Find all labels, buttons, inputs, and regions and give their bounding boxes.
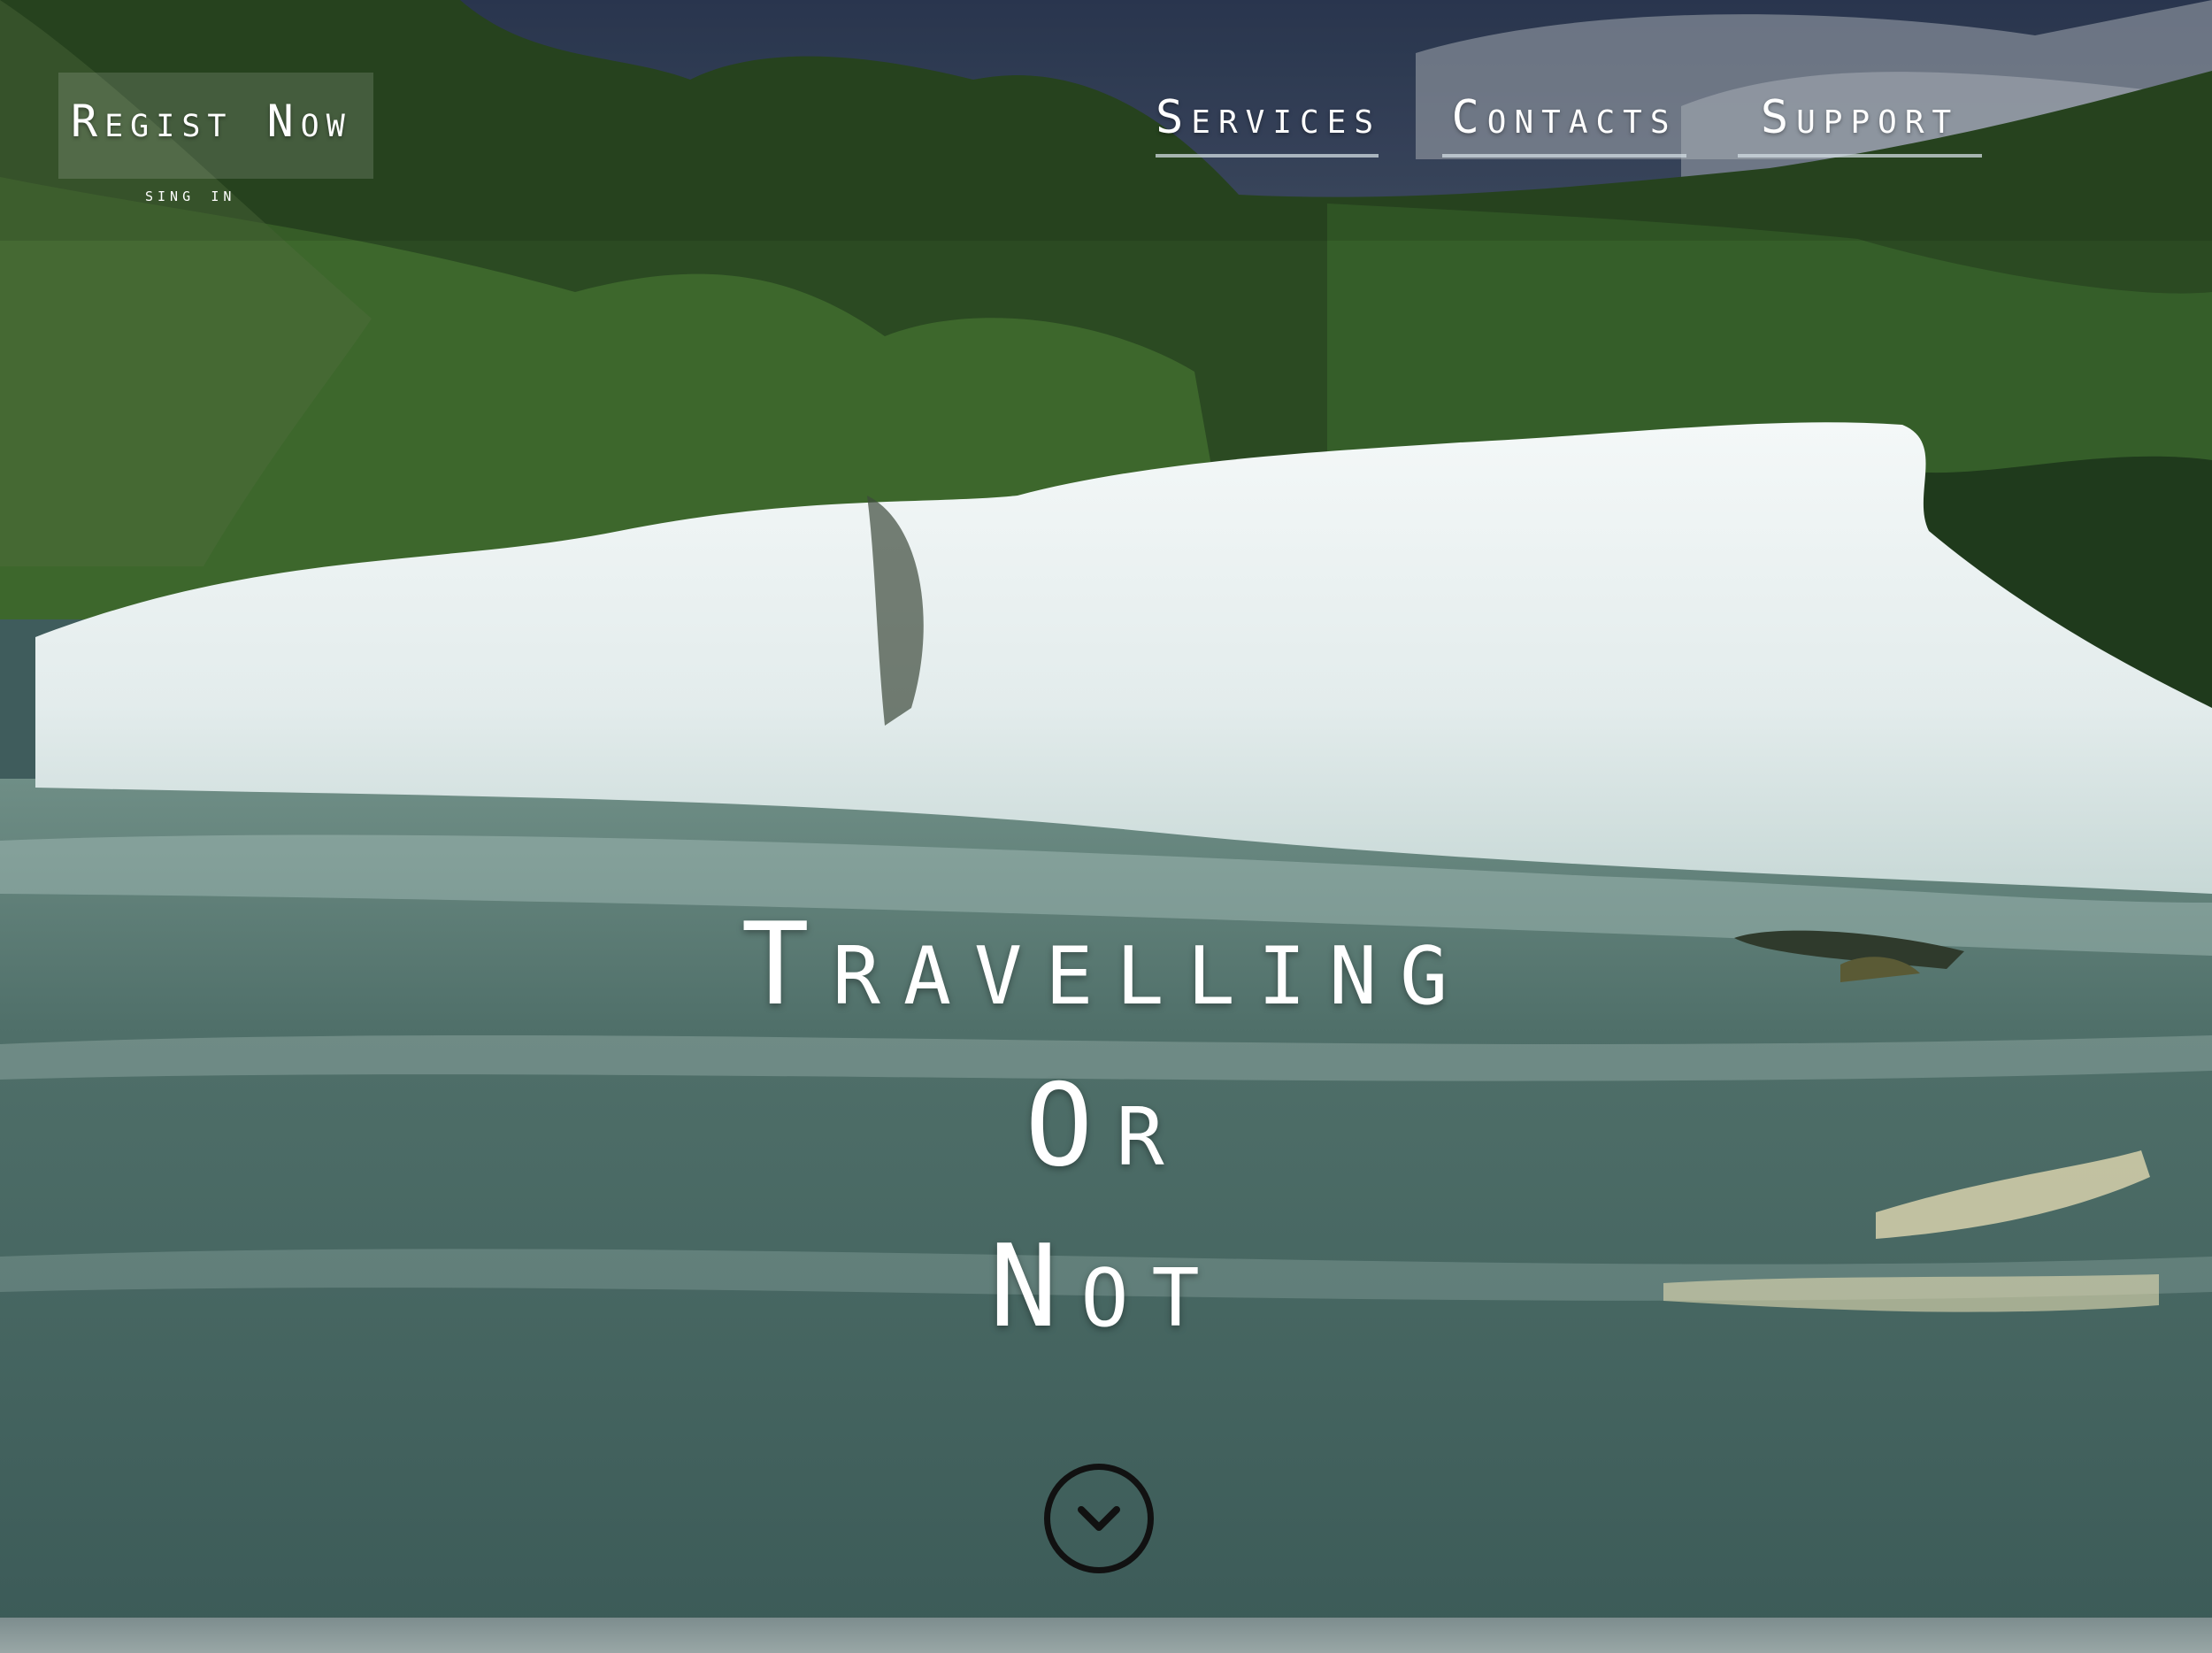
hero-line-2: Or [1025,1060,1187,1192]
chevron-down-icon [1078,1506,1120,1531]
main-nav: Services Contacts Support [0,87,2212,158]
bottom-strip [0,1618,2212,1653]
hero-title: Travelling Or Not [0,885,2212,1368]
hero-background-waterfall [0,0,2212,1628]
sign-in-link[interactable]: sing in [145,184,235,206]
scroll-down-button[interactable] [1044,1464,1154,1573]
nav-support[interactable]: Support [1738,87,1982,158]
hero-line-1: Travelling [741,899,1471,1031]
nav-services[interactable]: Services [1156,87,1379,158]
nav-contacts[interactable]: Contacts [1442,87,1686,158]
hero-line-3: Not [989,1221,1223,1353]
